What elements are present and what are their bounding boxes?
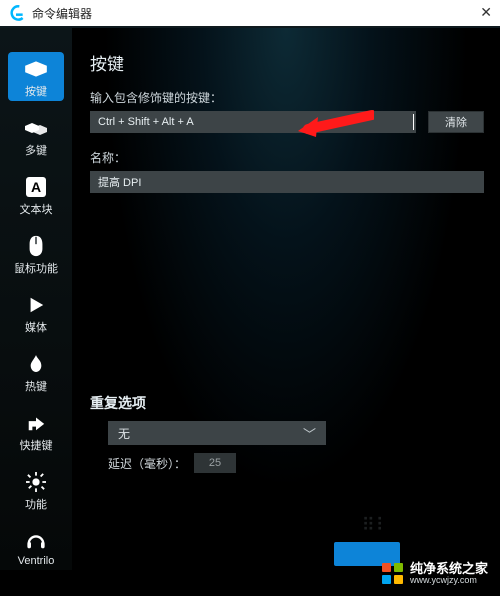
text-a-icon: A	[23, 176, 49, 198]
logitech-g-logo-icon	[6, 3, 26, 23]
sidebar-item-label: 多键	[25, 142, 47, 158]
chevron-down-icon: ﹀	[303, 424, 316, 443]
main-panel: 按键 输入包含修饰键的按键： Ctrl + Shift + Alt + A 清除…	[72, 28, 500, 570]
keystroke-input[interactable]: Ctrl + Shift + Alt + A	[90, 111, 416, 133]
sidebar-item-media[interactable]: 媒体	[8, 288, 64, 337]
sidebar-item-textblock[interactable]: A 文本块	[8, 170, 64, 219]
windows-flag-icon	[382, 563, 404, 585]
repeat-section-title: 重复选项	[90, 393, 484, 413]
sidebar-item-hotkey[interactable]: 热键	[8, 347, 64, 396]
multikey-icon	[23, 117, 49, 139]
sidebar-item-label: 鼠标功能	[14, 260, 58, 276]
arrow-shortcut-icon	[23, 412, 49, 434]
sidebar: 按键 多键 A 文本块 鼠标功能 媒体	[0, 28, 72, 570]
flame-icon	[23, 353, 49, 375]
mouse-icon	[23, 235, 49, 257]
decorative-dots-icon: ⠿⠇	[362, 515, 390, 536]
clear-button[interactable]: 清除	[428, 111, 484, 133]
name-field-label: 名称：	[90, 149, 484, 166]
sidebar-item-mouse[interactable]: 鼠标功能	[8, 229, 64, 278]
play-icon	[23, 294, 49, 316]
page-title: 按键	[90, 50, 484, 75]
repeat-select-value: 无	[118, 425, 130, 442]
watermark-title: 纯净系统之家	[410, 562, 488, 576]
sidebar-item-label: 媒体	[25, 319, 47, 335]
repeat-select[interactable]: 无 ﹀	[108, 421, 326, 445]
watermark-url: www.ycwjzy.com	[410, 576, 488, 586]
delay-input[interactable]: 25	[194, 453, 236, 473]
sidebar-item-label: 文本块	[20, 201, 53, 217]
sidebar-item-ventrilo[interactable]: Ventrilo	[8, 524, 64, 569]
svg-text:A: A	[31, 179, 41, 195]
sidebar-item-keystroke[interactable]: 按键	[8, 52, 64, 101]
gear-icon	[23, 471, 49, 493]
sidebar-item-label: 功能	[25, 496, 47, 512]
delay-label: 延迟（毫秒）：	[108, 455, 186, 472]
keycap-icon	[23, 58, 49, 80]
sidebar-item-shortcut[interactable]: 快捷键	[8, 406, 64, 455]
name-input[interactable]: 提高 DPI	[90, 171, 484, 193]
window-title: 命令编辑器	[32, 5, 92, 22]
sidebar-item-multikey[interactable]: 多键	[8, 111, 64, 160]
app-shell: 按键 多键 A 文本块 鼠标功能 媒体	[0, 26, 500, 570]
close-icon[interactable]: ✕	[480, 4, 492, 21]
sidebar-item-label: Ventrilo	[18, 555, 55, 567]
watermark: 纯净系统之家 www.ycwjzy.com	[376, 558, 494, 590]
keystroke-field-label: 输入包含修饰键的按键：	[90, 89, 484, 106]
headset-icon	[23, 530, 49, 552]
titlebar: 命令编辑器 ✕	[0, 0, 500, 26]
sidebar-item-function[interactable]: 功能	[8, 465, 64, 514]
sidebar-item-label: 快捷键	[20, 437, 53, 453]
sidebar-item-label: 热键	[25, 378, 47, 394]
sidebar-item-label: 按键	[25, 83, 47, 99]
